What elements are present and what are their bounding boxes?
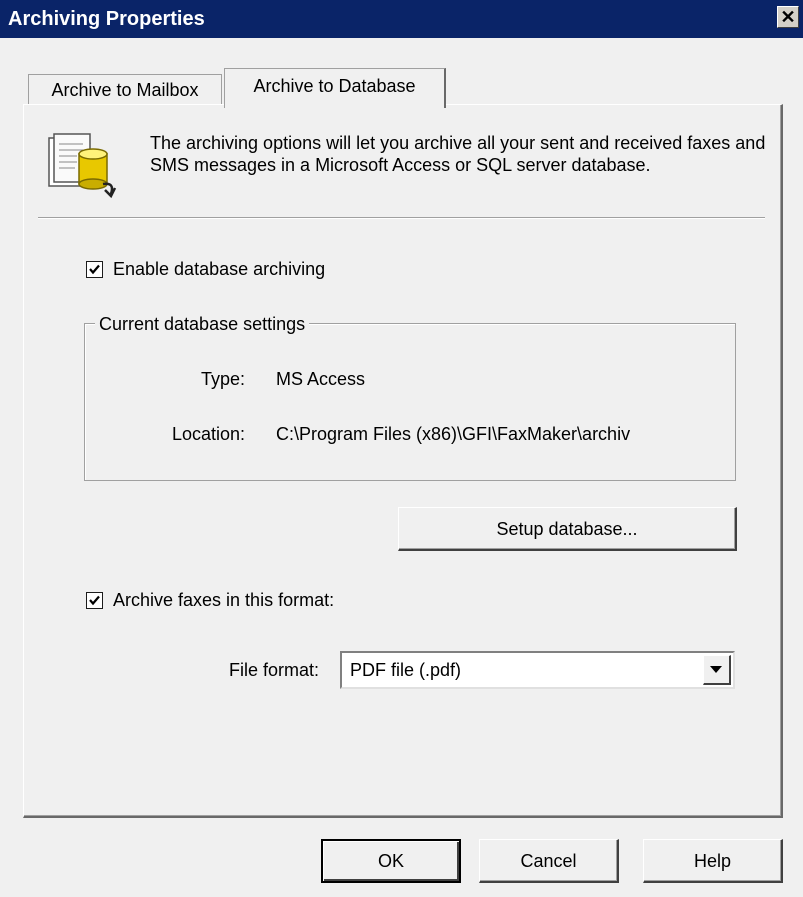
cancel-label: Cancel bbox=[520, 851, 577, 871]
intro-text: The archiving options will let you archi… bbox=[150, 133, 766, 175]
tab-archive-to-mailbox[interactable]: Archive to Mailbox bbox=[28, 74, 222, 106]
current-database-settings-group bbox=[84, 323, 736, 481]
tab-label: Archive to Mailbox bbox=[51, 80, 199, 100]
tab-archive-to-database[interactable]: Archive to Database bbox=[224, 68, 446, 108]
type-label: Type: bbox=[200, 369, 245, 389]
help-label: Help bbox=[693, 851, 732, 871]
chevron-down-icon bbox=[710, 666, 722, 673]
help-button[interactable]: Help bbox=[643, 839, 783, 883]
archive-format-label: Archive faxes in this format: bbox=[113, 590, 335, 610]
enable-archiving-row[interactable]: Enable database archiving bbox=[86, 259, 325, 280]
close-button[interactable]: ✕ bbox=[777, 6, 799, 28]
archive-format-checkbox[interactable] bbox=[86, 592, 103, 609]
dropdown-button[interactable] bbox=[703, 655, 731, 685]
ok-label: OK bbox=[377, 851, 404, 871]
location-label: Location: bbox=[171, 424, 245, 444]
type-value: MS Access bbox=[276, 369, 366, 389]
checkmark-icon bbox=[89, 264, 100, 275]
file-format-value: PDF file (.pdf) bbox=[350, 660, 462, 680]
close-icon: ✕ bbox=[780, 7, 796, 27]
setup-database-label: Setup database... bbox=[496, 519, 638, 539]
separator bbox=[38, 217, 765, 219]
checkmark-icon bbox=[89, 595, 100, 606]
window-title: Archiving Properties bbox=[8, 8, 205, 30]
group-legend: Current database settings bbox=[95, 314, 310, 335]
location-value: C:\Program Files (x86)\GFI\FaxMaker\arch… bbox=[276, 424, 631, 444]
ok-button[interactable]: OK bbox=[321, 839, 461, 883]
enable-archiving-label: Enable database archiving bbox=[113, 259, 326, 279]
file-format-select[interactable]: PDF file (.pdf) bbox=[340, 651, 735, 689]
file-format-label: File format: bbox=[229, 660, 320, 680]
database-icon bbox=[48, 133, 117, 199]
tab-label: Archive to Database bbox=[253, 76, 416, 96]
archive-format-row[interactable]: Archive faxes in this format: bbox=[86, 590, 334, 611]
setup-database-button[interactable]: Setup database... bbox=[398, 507, 737, 551]
enable-archiving-checkbox[interactable] bbox=[86, 261, 103, 278]
cancel-button[interactable]: Cancel bbox=[479, 839, 619, 883]
title-bar: Archiving Properties ✕ bbox=[0, 0, 803, 38]
